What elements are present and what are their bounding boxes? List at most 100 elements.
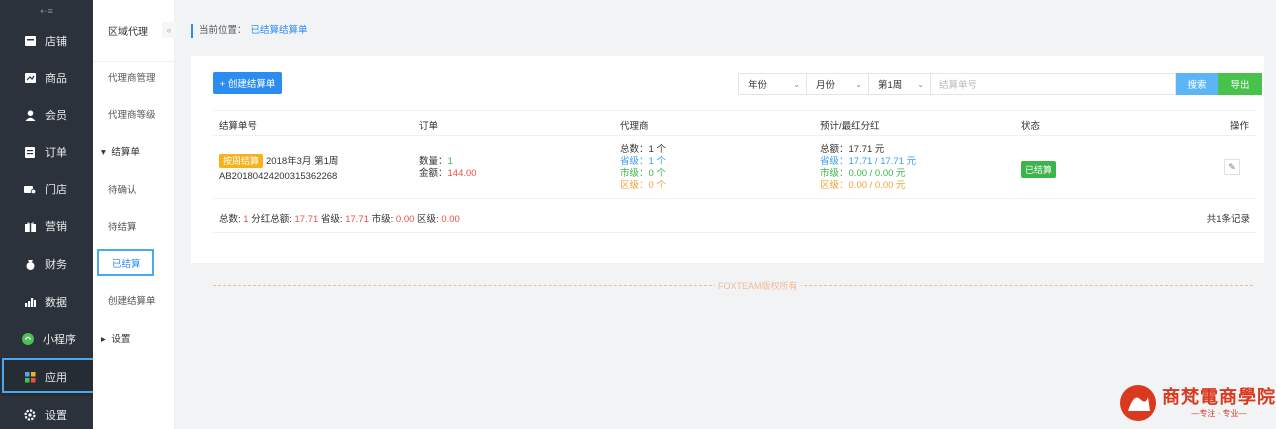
- agent-city: 0 个: [648, 168, 666, 179]
- div-label: 分红总额:: [248, 214, 295, 225]
- weekly-settle-badge: 按周结算: [219, 154, 264, 168]
- create-settlement-button[interactable]: + 创建结算单: [213, 72, 282, 94]
- agent-dist-label: 区级：: [620, 180, 649, 191]
- subnav-item-pending-settle[interactable]: 待结算: [93, 221, 175, 235]
- subnav-group-settlement[interactable]: ▾ 结算单: [93, 146, 175, 160]
- amount-label: 金额：: [419, 168, 448, 179]
- sidebar-item-store[interactable]: 店铺: [0, 22, 93, 60]
- store-icon: [24, 35, 36, 47]
- breadcrumb-current[interactable]: 已结算结算单: [251, 25, 308, 36]
- settlement-no-cell: 按周结算 2018年3月 第1周 AB20180424200315362268: [219, 154, 338, 183]
- city-label: 市级:: [368, 214, 396, 225]
- sidebar-item-goods[interactable]: 商品: [0, 59, 93, 97]
- gear-icon: [24, 409, 36, 421]
- logo-slogan: —专注 · 专业—: [1191, 409, 1247, 418]
- settlement-card: + 创建结算单 年份 ⌄ 月份 ⌄ 第1周 ⌄ 结算单号 搜索 导出 结算单号 …: [191, 56, 1264, 263]
- logo-main-text: 商梵電商學院: [1162, 387, 1276, 408]
- chevron-down-icon: ⌄: [793, 79, 800, 89]
- prov-value: 17.71: [345, 214, 369, 225]
- sidebar-item-label: 订单: [45, 147, 67, 159]
- table-header: 结算单号 订单 代理商 预计/最红分红 状态 操作: [213, 110, 1256, 136]
- sidebar-item-label: 商品: [45, 73, 67, 85]
- finance-icon: [24, 258, 36, 270]
- breadcrumb-prefix: 当前位置：: [199, 25, 247, 36]
- prov-label: 省级:: [318, 214, 346, 225]
- month-select[interactable]: 月份 ⌄: [806, 73, 869, 95]
- miniapp-icon: [22, 333, 34, 345]
- total-label: 总数:: [219, 214, 244, 225]
- goods-icon: [24, 72, 36, 84]
- summary: 总数: 1 分红总额: 17.71 省级: 17.71 市级: 0.00 区级:…: [219, 211, 460, 225]
- div-prov: 17.71 / 17.71 元: [848, 156, 917, 167]
- col-settlement-no: 结算单号: [219, 121, 258, 132]
- status-cell: 已结算: [1021, 161, 1057, 178]
- order-icon: [24, 146, 36, 158]
- sidebar-item-label: 小程序: [43, 334, 76, 346]
- chevron-down-icon: ⌄: [855, 79, 862, 89]
- table-row: 按周结算 2018年3月 第1周 AB20180424200315362268 数…: [213, 137, 1256, 199]
- sidebar-toggle-icon[interactable]: ⇠≡: [0, 0, 93, 22]
- col-order: 订单: [419, 121, 439, 132]
- sidebar-item-label: 财务: [45, 259, 67, 271]
- subnav-group-settings[interactable]: ▸ 设置: [93, 333, 175, 347]
- dist-value: 0.00: [441, 214, 460, 225]
- sidebar-item-label: 数据: [45, 297, 67, 309]
- agent-total: 1 个: [648, 144, 666, 155]
- sidebar-item-order[interactable]: 订单: [0, 133, 93, 171]
- settlement-no-input[interactable]: 结算单号: [930, 73, 1176, 95]
- agent-prov-label: 省级：: [620, 156, 649, 167]
- filter-bar: 年份 ⌄ 月份 ⌄ 第1周 ⌄ 结算单号 搜索 导出: [738, 73, 1262, 95]
- sidebar-item-member[interactable]: 会员: [0, 96, 93, 134]
- div-total: 17.71 元: [848, 144, 885, 155]
- div-value: 17.71: [294, 214, 319, 225]
- shop-icon: [24, 183, 36, 195]
- year-select-value: 年份: [748, 80, 768, 91]
- sidebar-item-label: 设置: [45, 410, 67, 422]
- settlement-number: AB20180424200315362268: [219, 171, 338, 182]
- table-footer: 总数: 1 分红总额: 17.71 省级: 17.71 市级: 0.00 区级:…: [213, 199, 1256, 233]
- chart-icon: [24, 296, 36, 308]
- week-select-value: 第1周: [878, 80, 903, 91]
- sidebar-item-label: 店铺: [45, 36, 67, 48]
- div-prov-label: 省级：: [820, 156, 849, 167]
- subnav-item-agent-manage[interactable]: 代理商管理: [93, 72, 175, 86]
- year-select[interactable]: 年份 ⌄: [738, 73, 807, 95]
- copyright-text: FOXTEAM版权所有: [715, 279, 801, 292]
- sidebar-item-data[interactable]: 数据: [0, 283, 93, 321]
- sidebar-item-miniapp[interactable]: 小程序: [0, 320, 93, 358]
- logo-text: 商梵電商學院 —专注 · 专业—: [1162, 387, 1276, 419]
- status-badge: 已结算: [1021, 161, 1057, 178]
- sidebar-item-label: 营销: [45, 221, 67, 233]
- sidebar-item-finance[interactable]: 财务: [0, 245, 93, 283]
- export-button[interactable]: 导出: [1218, 73, 1262, 95]
- subnav-group-label: 结算单: [111, 147, 140, 158]
- record-count: 共1条记录: [1206, 214, 1250, 225]
- subnav-item-create-settlement[interactable]: 创建结算单: [93, 295, 175, 309]
- div-total-label: 总额：: [820, 144, 849, 155]
- week-select[interactable]: 第1周 ⌄: [868, 73, 931, 95]
- dist-label: 区级:: [414, 214, 442, 225]
- agent-dist: 0 个: [648, 180, 666, 191]
- agent-cell: 总数：1 个 省级：1 个 市级：0 个 区级：0 个: [620, 144, 666, 192]
- order-amount: 144.00: [447, 168, 477, 179]
- qty-label: 数量：: [419, 156, 448, 167]
- subnav-group-label: 设置: [111, 334, 131, 345]
- collapse-icon[interactable]: «: [162, 22, 176, 38]
- month-select-value: 月份: [816, 80, 836, 91]
- search-button[interactable]: 搜索: [1176, 73, 1218, 95]
- sidebar-item-label: 门店: [45, 184, 67, 196]
- sidebar-item-shop[interactable]: 门店: [0, 170, 93, 208]
- col-action: 操作: [1230, 121, 1250, 132]
- sidebar-item-settings[interactable]: 设置: [0, 396, 93, 429]
- col-agent: 代理商: [620, 121, 649, 132]
- edit-icon[interactable]: ✎: [1224, 159, 1240, 175]
- logo-emblem-icon: [1120, 385, 1156, 421]
- chevron-down-icon: ⌄: [917, 79, 924, 89]
- agent-prov: 1 个: [648, 156, 666, 167]
- sidebar-item-marketing[interactable]: 营销: [0, 207, 93, 245]
- subnav-item-pending-confirm[interactable]: 待确认: [93, 184, 175, 198]
- col-dividend: 预计/最红分红: [820, 121, 880, 132]
- subnav-item-agent-level[interactable]: 代理商等级: [93, 109, 175, 123]
- agent-total-label: 总数：: [620, 144, 649, 155]
- col-status: 状态: [1021, 121, 1041, 132]
